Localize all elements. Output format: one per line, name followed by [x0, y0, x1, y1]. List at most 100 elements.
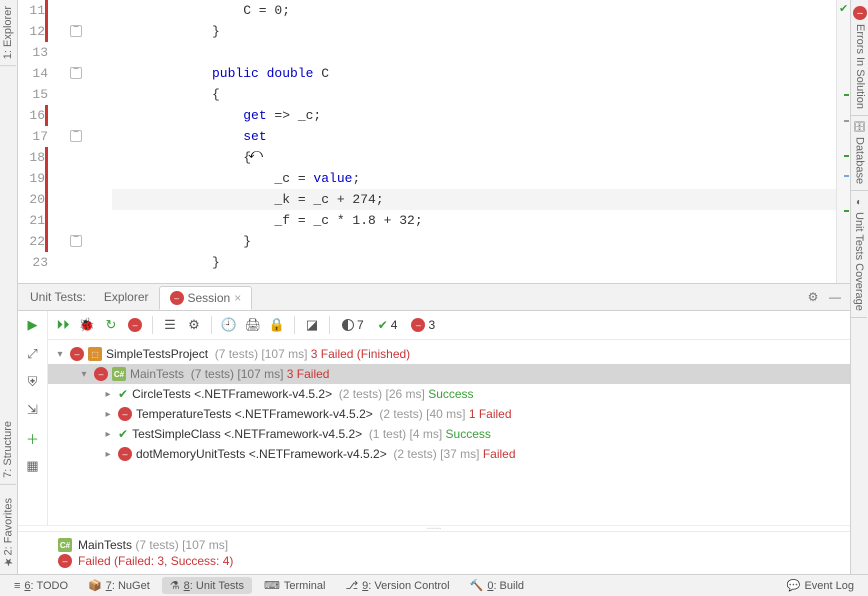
- stop-button[interactable]: –: [124, 314, 146, 336]
- passed-count-pill[interactable]: ✔4: [372, 318, 404, 332]
- pass-icon: ✔: [118, 387, 128, 401]
- add-button[interactable]: ＋: [23, 428, 43, 448]
- code-line: get => _c;: [112, 105, 850, 126]
- fold-toggle-icon[interactable]: [70, 235, 82, 247]
- chevron-right-icon[interactable]: ▸: [102, 449, 114, 460]
- shield-icon[interactable]: ⛨: [23, 372, 43, 392]
- line-number: 15: [18, 84, 48, 105]
- fail-icon: –: [58, 554, 72, 568]
- run-button[interactable]: ▶: [23, 315, 43, 335]
- code-line: _f = _c * 1.8 + 32;: [112, 210, 850, 231]
- code-line: public double C: [112, 63, 850, 84]
- failed-count-pill[interactable]: –3: [405, 318, 441, 332]
- line-number: 18: [18, 147, 48, 168]
- code-line: [112, 42, 850, 63]
- code-line: }: [112, 252, 850, 273]
- tree-child-row[interactable]: ▸ ✔ CircleTests <.NETFramework-v4.5.2> (…: [48, 384, 850, 404]
- chevron-down-icon[interactable]: ▾: [54, 349, 66, 360]
- tab-explorer[interactable]: Explorer: [94, 286, 159, 308]
- expand-all-button[interactable]: ⤢: [23, 344, 43, 364]
- bottom-nuget[interactable]: 📦7: NuGet: [80, 577, 158, 594]
- bottom-vcs[interactable]: ⎇9: Version Control: [337, 577, 457, 594]
- tree-child-time: [26 ms]: [385, 387, 424, 401]
- tree-main-meta: (7 tests): [191, 367, 234, 381]
- unit-tests-tabbar: Unit Tests: Explorer – Session × ⚙ —: [18, 284, 850, 311]
- tree-child-meta: (1 test): [369, 427, 406, 441]
- code-line: _k = _c + 274;: [112, 189, 850, 210]
- minimize-icon[interactable]: —: [826, 288, 844, 306]
- bottom-toolbar: ≡6: TODO 📦7: NuGet ⚗8: Unit Tests ⌨Termi…: [0, 574, 868, 596]
- tree-child-status: Success: [428, 387, 473, 401]
- tab-session-label: Session: [188, 291, 231, 305]
- scroll-marker: [844, 155, 849, 157]
- test-summary: C# MainTests (7 tests) [107 ms] – Failed…: [18, 531, 850, 574]
- code-line: {: [112, 147, 850, 168]
- run-all-button[interactable]: ⏵⏵: [52, 314, 74, 336]
- code-area[interactable]: C = 0; } public double C { get => _c; se…: [112, 0, 850, 283]
- bottom-event-log[interactable]: 💬Event Log: [779, 577, 862, 594]
- tree-main-status: 3 Failed: [287, 367, 330, 381]
- tree-root-name: SimpleTestsProject: [106, 347, 208, 361]
- tree-child-row[interactable]: ▸ – dotMemoryUnitTests <.NETFramework-v4…: [48, 444, 850, 464]
- tab-session[interactable]: – Session ×: [159, 286, 253, 310]
- unit-tests-toolbar: ⏵⏵ 🐞 ↻ – ☰ ⚙ 🕘 🖨 🔒 ◪ 7 ✔4 –3: [48, 311, 850, 340]
- lock-button[interactable]: 🔒: [266, 314, 288, 336]
- summary-time: [107 ms]: [182, 538, 228, 552]
- unit-tests-side-actions: ⤢ ⛨ ⇲ ＋ ▦: [18, 340, 48, 525]
- test-tree[interactable]: ▾ – ⬚ SimpleTestsProject (7 tests) [107 …: [48, 340, 850, 525]
- close-tab-icon[interactable]: ×: [234, 291, 241, 305]
- coverage-button[interactable]: ◪: [301, 314, 323, 336]
- line-number: 20: [18, 189, 48, 210]
- errors-tool-tab[interactable]: –Errors In Solution: [851, 0, 868, 116]
- editor-scrollbar[interactable]: ✔: [836, 0, 850, 283]
- tree-root-row[interactable]: ▾ – ⬚ SimpleTestsProject (7 tests) [107 …: [48, 344, 850, 364]
- history-button[interactable]: 🕘: [218, 314, 240, 336]
- scroll-marker: [844, 120, 849, 122]
- fold-toggle-icon[interactable]: [70, 67, 82, 79]
- bottom-terminal[interactable]: ⌨Terminal: [256, 577, 333, 594]
- filter-button[interactable]: ☰: [159, 314, 181, 336]
- collapse-icon[interactable]: ⇲: [23, 400, 43, 420]
- chevron-right-icon[interactable]: ▸: [102, 429, 114, 440]
- settings-icon[interactable]: ⚙: [804, 288, 822, 306]
- fold-toggle-icon[interactable]: [70, 25, 82, 37]
- unit-tests-run-sidebar: ▶: [18, 311, 48, 340]
- tree-main-row[interactable]: ▾ – C# MainTests (7 tests) [107 ms] 3 Fa…: [48, 364, 850, 384]
- chevron-right-icon[interactable]: ▸: [102, 389, 114, 400]
- tree-child-name: TemperatureTests <.NETFramework-v4.5.2>: [136, 407, 373, 421]
- favorites-tool-tab[interactable]: ★ 2: Favorites: [0, 492, 17, 575]
- tree-child-row[interactable]: ▸ – TemperatureTests <.NETFramework-v4.5…: [48, 404, 850, 424]
- bottom-todo[interactable]: ≡6: TODO: [6, 578, 76, 594]
- bottom-build[interactable]: 🔨0: Build: [462, 577, 532, 594]
- explorer-tool-tab[interactable]: 1: Explorer: [0, 0, 16, 66]
- tree-child-name: CircleTests <.NETFramework-v4.5.2>: [132, 387, 332, 401]
- csharp-icon: C#: [112, 367, 126, 381]
- database-tool-tab[interactable]: 🗄Database: [851, 116, 868, 191]
- csharp-icon: C#: [58, 538, 72, 552]
- chevron-down-icon[interactable]: ▾: [78, 369, 90, 380]
- tree-child-status: Success: [446, 427, 491, 441]
- fold-gutter: [52, 0, 112, 283]
- tree-child-time: [4 ms]: [410, 427, 443, 441]
- options-button[interactable]: ⚙: [183, 314, 205, 336]
- chevron-right-icon[interactable]: ▸: [102, 409, 114, 420]
- tree-child-status: Failed: [483, 447, 516, 461]
- fold-toggle-icon[interactable]: [70, 130, 82, 142]
- tree-child-name: TestSimpleClass <.NETFramework-v4.5.2>: [132, 427, 362, 441]
- rerun-button[interactable]: ↻: [100, 314, 122, 336]
- scroll-marker: [844, 94, 849, 96]
- fail-icon: –: [170, 291, 184, 305]
- code-editor[interactable]: 11 12 13 14 15 16 17 18 19 20 21 22 23 C…: [18, 0, 850, 283]
- bottom-unit-tests[interactable]: ⚗8: Unit Tests: [162, 577, 252, 594]
- grid-icon[interactable]: ▦: [23, 456, 43, 476]
- tree-child-name: dotMemoryUnitTests <.NETFramework-v4.5.2…: [136, 447, 387, 461]
- structure-tool-tab[interactable]: 7: Structure: [0, 415, 16, 485]
- debug-button[interactable]: 🐞: [76, 314, 98, 336]
- tree-child-row[interactable]: ▸ ✔ TestSimpleClass <.NETFramework-v4.5.…: [48, 424, 850, 444]
- total-count-pill[interactable]: 7: [336, 318, 370, 332]
- line-number: 11: [18, 0, 48, 21]
- coverage-tool-tab[interactable]: ◐Unit Tests Coverage: [851, 191, 867, 318]
- export-button[interactable]: 🖨: [242, 314, 264, 336]
- tree-child-meta: (2 tests): [393, 447, 436, 461]
- line-number: 12: [18, 21, 48, 42]
